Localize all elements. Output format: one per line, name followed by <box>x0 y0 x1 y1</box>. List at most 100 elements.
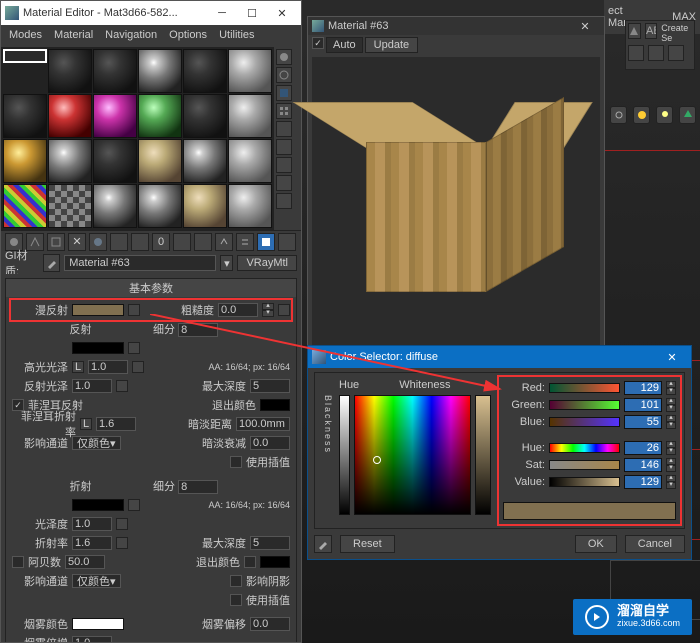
value-slider[interactable] <box>475 395 491 515</box>
sample-slot[interactable] <box>228 139 272 183</box>
go-parent-icon[interactable] <box>215 233 233 251</box>
make-unique-icon[interactable] <box>110 233 128 251</box>
select-by-mtl-icon[interactable] <box>276 175 292 191</box>
red-slider[interactable] <box>549 383 620 393</box>
put-to-lib-icon[interactable] <box>131 233 149 251</box>
spin-down-icon[interactable]: ▾ <box>262 310 274 317</box>
reset-button[interactable]: Reset <box>340 535 395 553</box>
menu-modes[interactable]: Modes <box>9 29 42 43</box>
options-icon[interactable] <box>276 157 292 173</box>
sample-slot[interactable] <box>3 94 47 138</box>
blue-slider[interactable] <box>549 417 620 427</box>
sample-slot[interactable] <box>228 94 272 138</box>
use-interp-checkbox[interactable] <box>230 456 242 468</box>
sample-slot[interactable] <box>138 94 182 138</box>
ior-map-button[interactable] <box>116 537 128 549</box>
sample-slot[interactable] <box>48 184 92 228</box>
color-selector-close-button[interactable]: ✕ <box>657 347 687 367</box>
material-type-button[interactable]: VRayMtl <box>237 255 297 271</box>
hilight-map-button[interactable] <box>132 361 144 373</box>
fog-bias-spinner[interactable]: 0.0 <box>250 617 290 631</box>
refract-affect-select[interactable]: 仅颜色 ▾ <box>72 574 121 588</box>
fresnel-ior-spinner[interactable]: 1.6 <box>96 417 136 431</box>
refract-swatch[interactable] <box>72 499 124 511</box>
host-tool-5[interactable] <box>668 45 684 61</box>
preview-close-button[interactable]: ✕ <box>570 16 600 36</box>
sat-slider[interactable] <box>549 460 620 470</box>
diffuse-swatch[interactable] <box>72 304 124 316</box>
preview-icon[interactable] <box>276 139 292 155</box>
sample-type-icon[interactable] <box>276 49 292 65</box>
backlight-icon[interactable] <box>276 67 292 83</box>
mtl-map-nav-icon[interactable] <box>276 193 292 209</box>
host-tool-3[interactable] <box>628 45 644 61</box>
reset-map-icon[interactable]: ✕ <box>68 233 86 251</box>
refl-gloss-spinner[interactable]: 1.0 <box>72 379 112 393</box>
hue-slider[interactable] <box>549 443 620 453</box>
pick-from-obj-icon[interactable] <box>278 233 296 251</box>
eyedropper-button[interactable] <box>314 535 332 553</box>
spin-down-icon[interactable]: ▾ <box>666 388 676 395</box>
sample-slot[interactable] <box>93 94 137 138</box>
glossiness-spinner[interactable]: 1.0 <box>72 517 112 531</box>
dim-dist-spinner[interactable]: 100.0mm <box>236 417 290 431</box>
sample-slot[interactable] <box>138 184 182 228</box>
hilight-lock-icon[interactable]: L <box>72 361 84 373</box>
refract-map-button[interactable] <box>128 499 140 511</box>
sample-slot[interactable] <box>183 139 227 183</box>
menu-material[interactable]: Material <box>54 29 93 43</box>
fresnel-ior-lock-icon[interactable]: L <box>80 418 92 430</box>
sample-slot[interactable] <box>48 49 92 93</box>
sample-slot[interactable] <box>138 49 182 93</box>
update-button[interactable]: Update <box>365 37 418 53</box>
host-tool-2[interactable]: ABC <box>645 23 658 39</box>
refract-exit-checkbox[interactable] <box>244 556 256 568</box>
menu-navigation[interactable]: Navigation <box>105 29 157 43</box>
sun-icon[interactable] <box>610 106 627 124</box>
refl-gloss-map-button[interactable] <box>116 380 128 392</box>
name-dropdown-icon[interactable]: ▾ <box>220 255 233 271</box>
value-value[interactable]: 129 <box>624 475 662 489</box>
assign-to-sel-icon[interactable] <box>47 233 65 251</box>
sample-slot[interactable] <box>3 184 47 228</box>
refract-maxdepth-spinner[interactable]: 5 <box>250 536 290 550</box>
sample-slot[interactable] <box>183 94 227 138</box>
maximize-button[interactable]: ☐ <box>237 3 267 23</box>
sample-slot[interactable] <box>93 139 137 183</box>
hsv-picker[interactable] <box>354 395 471 515</box>
subdivs-spinner[interactable]: 8 <box>178 323 218 337</box>
preview-viewport[interactable] <box>312 57 600 346</box>
max-depth-spinner[interactable]: 5 <box>250 379 290 393</box>
tree-icon[interactable] <box>679 106 696 124</box>
menu-options[interactable]: Options <box>169 29 207 43</box>
affect-shadows-checkbox[interactable] <box>230 575 242 587</box>
video-check-icon[interactable] <box>276 121 292 137</box>
blue-value[interactable]: 55 <box>624 415 662 429</box>
close-button[interactable]: ✕ <box>267 3 297 23</box>
hilight-spinner[interactable]: 1.0 <box>88 360 128 374</box>
make-copy-icon[interactable] <box>89 233 107 251</box>
minimize-button[interactable]: ─ <box>207 3 237 23</box>
refract-exit-swatch[interactable] <box>260 556 290 568</box>
green-slider[interactable] <box>549 400 620 410</box>
uv-tile-icon[interactable] <box>276 103 292 119</box>
dim-falloff-spinner[interactable]: 0.0 <box>250 436 290 450</box>
value-slider-bar[interactable] <box>549 477 620 487</box>
sat-value[interactable]: 146 <box>624 458 662 472</box>
eyedropper-icon[interactable] <box>43 254 60 272</box>
rollout-header[interactable]: 基本参数 <box>6 279 296 297</box>
blackness-slider[interactable] <box>339 395 351 515</box>
refract-subdivs-spinner[interactable]: 8 <box>178 480 218 494</box>
roughness-spinner[interactable]: 0.0 <box>218 303 258 317</box>
material-name-input[interactable] <box>64 255 216 271</box>
hue-value[interactable]: 26 <box>624 441 662 455</box>
fog-mult-spinner[interactable]: 1.0 <box>72 636 112 642</box>
roughness-map-button[interactable] <box>278 304 290 316</box>
background-icon[interactable] <box>276 85 292 101</box>
host-tool-4[interactable] <box>648 45 664 61</box>
menu-utilities[interactable]: Utilities <box>219 29 254 43</box>
exit-color-swatch[interactable] <box>260 399 290 411</box>
light-icon[interactable] <box>633 106 650 124</box>
sample-slot[interactable] <box>138 139 182 183</box>
auto-checkbox[interactable] <box>312 37 324 49</box>
